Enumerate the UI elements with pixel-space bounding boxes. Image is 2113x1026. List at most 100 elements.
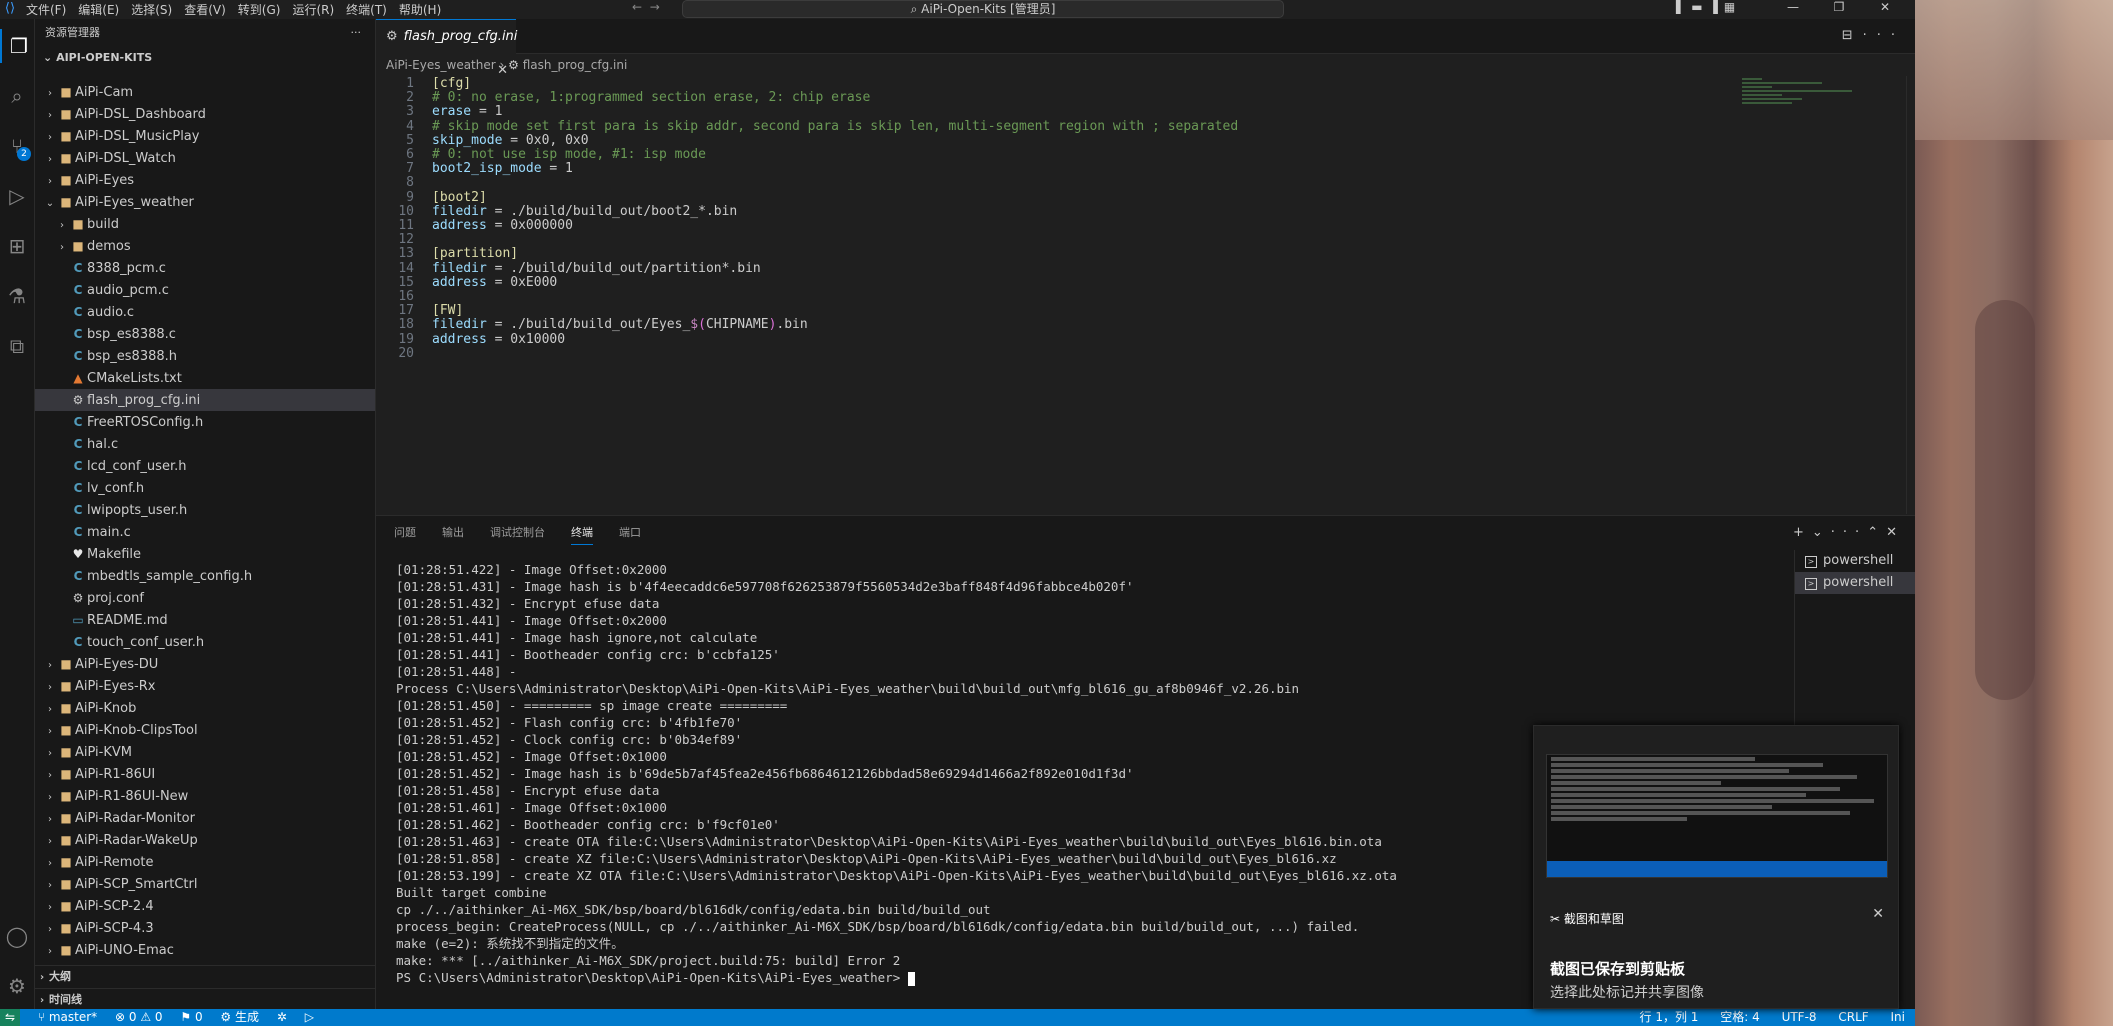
more-actions-icon[interactable]: ··· xyxy=(351,19,362,47)
file-item[interactable]: Clwipopts_user.h xyxy=(35,499,375,521)
settings-gear-icon[interactable]: ⚙ xyxy=(0,969,34,1003)
file-item[interactable]: C FreeRTOSConfig.h xyxy=(35,411,375,433)
testing-icon[interactable]: ⚗ xyxy=(0,279,34,313)
menu-item[interactable]: 终端(T) xyxy=(346,3,387,17)
forward-arrow-icon[interactable]: → xyxy=(650,0,660,14)
source-control-icon[interactable]: ⑂ 2 xyxy=(0,129,34,163)
panel-tab[interactable]: 终端 xyxy=(571,526,593,545)
folder-item[interactable]: › ■ AiPi-Radar-Monitor xyxy=(35,807,375,829)
customize-layout-icon[interactable]: ▦ xyxy=(1724,0,1741,14)
file-item[interactable]: Caudio.c xyxy=(35,301,375,323)
folder-item[interactable]: › ■ AiPi-R1-86UI xyxy=(35,763,375,785)
branch-indicator[interactable]: ⑂ master* xyxy=(38,1010,97,1024)
split-editor-icon[interactable]: ⊟ xyxy=(1842,28,1863,43)
run-icon[interactable]: ▷ xyxy=(305,1010,314,1024)
folder-item[interactable]: › ■ AiPi-UNO-Emac xyxy=(35,939,375,961)
screenshot-thumbnail[interactable] xyxy=(1546,754,1888,878)
folder-item[interactable]: › ■ AiPi-R1-86UI-New xyxy=(35,785,375,807)
folder-item[interactable]: › ■ AiPi-Cam xyxy=(35,81,375,103)
file-item[interactable]: C 8388_pcm.c xyxy=(35,257,375,279)
folder-item[interactable]: › ■ build xyxy=(35,213,375,235)
folder-item[interactable]: › ■ demos xyxy=(35,235,375,257)
menu-item[interactable]: 帮助(H) xyxy=(399,3,441,17)
file-item[interactable]: Cbsp_es8388.c xyxy=(35,323,375,345)
folder-item[interactable]: ⌄ ■ AiPi-Eyes_weather xyxy=(35,191,375,213)
snip-notification[interactable]: ✂ 截图和草图 ✕ 截图已保存到剪贴板 选择此处标记并共享图像 xyxy=(1533,725,1899,1009)
folder-item[interactable]: › ■ AiPi-DSL_Dashboard xyxy=(35,103,375,125)
build-button[interactable]: ⚙ 生成 xyxy=(220,1010,259,1024)
problems-indicator[interactable]: ⊗ 0 ⚠ 0 xyxy=(115,1010,163,1024)
tab-flash-prog-cfg[interactable]: ⚙ flash_prog_cfg.ini ✕ xyxy=(376,19,517,78)
folder-item[interactable]: › ■ AiPi-KVM xyxy=(35,741,375,763)
folder-item[interactable]: › ■ AiPi-Radar-WakeUp xyxy=(35,829,375,851)
folder-item[interactable]: › ■ AiPi-DSL_MusicPlay xyxy=(35,125,375,147)
panel-tab[interactable]: 问题 xyxy=(394,526,416,539)
editor-scrollbar[interactable] xyxy=(1906,76,1915,514)
toggle-panel-icon[interactable]: ▬ xyxy=(1691,0,1708,14)
remote-indicator-icon[interactable]: ⇋ xyxy=(0,1009,20,1026)
panel-tab[interactable]: 输出 xyxy=(442,526,464,539)
menu-item[interactable]: 选择(S) xyxy=(131,3,172,17)
outline-section[interactable]: › 大纲 xyxy=(35,965,375,988)
more-actions-icon[interactable]: ··· xyxy=(1863,28,1905,43)
file-item[interactable]: Cmain.c xyxy=(35,521,375,543)
folder-item[interactable]: › ■ AiPi-SCP_SmartCtrl xyxy=(35,873,375,895)
file-item[interactable]: Ctouch_conf_user.h xyxy=(35,631,375,653)
file-item[interactable]: Cbsp_es8388.h xyxy=(35,345,375,367)
menu-item[interactable]: 运行(R) xyxy=(292,3,334,17)
debug-icon[interactable]: ✲ xyxy=(277,1010,287,1024)
line-ending[interactable]: CRLF xyxy=(1838,1010,1868,1024)
language-mode[interactable]: Ini xyxy=(1891,1010,1905,1024)
folder-item[interactable]: › ■ AiPi-Knob-ClipsTool xyxy=(35,719,375,741)
file-item[interactable]: Chal.c xyxy=(35,433,375,455)
file-item[interactable]: Cmbedtls_sample_config.h xyxy=(35,565,375,587)
close-notification-icon[interactable]: ✕ xyxy=(1872,906,1884,922)
menu-item[interactable]: 查看(V) xyxy=(184,3,226,17)
close-window-icon[interactable]: ✕ xyxy=(1862,0,1908,14)
folder-item[interactable]: › ■ AiPi-Remote xyxy=(35,851,375,873)
toggle-sidebar-icon[interactable]: ▌ xyxy=(1676,0,1691,14)
folder-item[interactable]: › ■ AiPi-Eyes-Rx xyxy=(35,675,375,697)
minimize-icon[interactable]: — xyxy=(1770,0,1816,14)
folder-item[interactable]: › ■ AiPi-Eyes-DU xyxy=(35,653,375,675)
file-item[interactable]: ⚙ proj.conf xyxy=(35,587,375,609)
file-item[interactable]: ▭ README.md xyxy=(35,609,375,631)
new-terminal-icon[interactable]: + xyxy=(1793,525,1812,540)
command-center[interactable]: ⌕ AiPi-Open-Kits [管理员] xyxy=(682,0,1284,18)
maximize-panel-icon[interactable]: ⌃ xyxy=(1867,525,1886,540)
timeline-section[interactable]: › 时间线 xyxy=(35,988,375,1011)
toggle-secondary-sidebar-icon[interactable]: ▐ xyxy=(1709,0,1724,14)
cursor-position[interactable]: 行 1，列 1 xyxy=(1640,1010,1699,1024)
explorer-icon[interactable]: ❐ xyxy=(0,29,36,63)
menu-item[interactable]: 文件(F) xyxy=(26,3,66,17)
file-item[interactable]: Caudio_pcm.c xyxy=(35,279,375,301)
folder-item[interactable]: › ■ AiPi-SCP-2.4 xyxy=(35,895,375,917)
panel-tab[interactable]: 调试控制台 xyxy=(490,526,545,539)
extensions-icon[interactable]: ⊞ xyxy=(0,229,34,263)
file-item[interactable]: Clcd_conf_user.h xyxy=(35,455,375,477)
close-panel-icon[interactable]: ✕ xyxy=(1886,525,1905,540)
panel-tab[interactable]: 端口 xyxy=(619,526,641,539)
breadcrumb-file[interactable]: flash_prog_cfg.ini xyxy=(523,58,628,72)
terminal-instance[interactable]: > powershell xyxy=(1795,550,1916,572)
file-item[interactable]: ⚙ flash_prog_cfg.ini xyxy=(35,389,375,411)
back-arrow-icon[interactable]: ← xyxy=(632,0,642,14)
search-icon[interactable]: ⌕ xyxy=(0,79,34,113)
minimap[interactable] xyxy=(1742,76,1862,126)
code-editor[interactable]: 1 [cfg] 2 # 0: no erase, 1:programmed secti… xyxy=(376,76,1906,514)
ports-indicator[interactable]: ⚑ 0 xyxy=(180,1010,202,1024)
file-item[interactable]: Clv_conf.h xyxy=(35,477,375,499)
indentation[interactable]: 空格: 4 xyxy=(1720,1010,1760,1024)
workspace-root[interactable]: ⌄ AIPI-OPEN-KITS xyxy=(35,47,375,69)
account-icon[interactable]: ◯ xyxy=(0,919,34,953)
more-actions-icon[interactable]: ··· xyxy=(1831,525,1867,540)
terminal-instance[interactable]: > powershell xyxy=(1795,572,1916,594)
file-item[interactable]: ♥ Makefile xyxy=(35,543,375,565)
menu-item[interactable]: 编辑(E) xyxy=(78,3,119,17)
chevron-down-icon[interactable]: ⌄ xyxy=(1812,525,1831,540)
run-debug-icon[interactable]: ▷ xyxy=(0,179,34,213)
breadcrumb-folder[interactable]: AiPi-Eyes_weather xyxy=(386,58,496,72)
folder-item[interactable]: › ■ AiPi-DSL_Watch xyxy=(35,147,375,169)
file-item[interactable]: ▲ CMakeLists.txt xyxy=(35,367,375,389)
restore-icon[interactable]: ❐ xyxy=(1816,0,1862,14)
